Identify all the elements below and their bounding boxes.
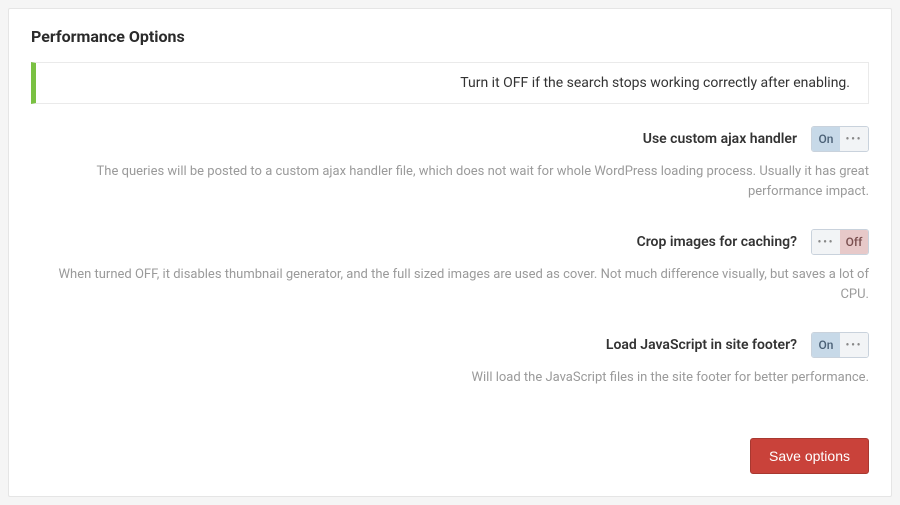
save-row: Save options [750,438,869,474]
notice-bar: Turn it OFF if the search stops working … [31,62,869,104]
toggle-ajax-handler[interactable]: On ••• [811,126,869,152]
panel-body: Turn it OFF if the search stops working … [9,52,891,438]
toggle-state-label: Off [840,230,868,254]
toggle-dots-icon: ••• [840,127,868,151]
toggle-state-label: On [812,127,840,151]
toggle-crop-images[interactable]: Off ••• [811,229,869,255]
option-crop-images: Crop images for caching? Off ••• When tu… [31,229,869,304]
performance-options-panel: Performance Options Turn it OFF if the s… [8,8,892,497]
option-label-crop: Crop images for caching? [637,234,797,250]
toggle-js-footer[interactable]: On ••• [811,332,869,358]
option-desc-ajax: The queries will be posted to a custom a… [31,162,869,201]
option-ajax-handler: Use custom ajax handler On ••• The queri… [31,126,869,201]
panel-title: Performance Options [9,9,891,52]
save-button[interactable]: Save options [750,438,869,474]
toggle-state-label: On [812,333,840,357]
toggle-dots-icon: ••• [840,333,868,357]
option-desc-crop: When turned OFF, it disables thumbnail g… [31,265,869,304]
option-label-jsfooter: Load JavaScript in site footer? [606,337,797,353]
option-js-footer: Load JavaScript in site footer? On ••• W… [31,332,869,388]
option-desc-jsfooter: Will load the JavaScript files in the si… [31,368,869,388]
notice-text: Turn it OFF if the search stops working … [460,75,850,91]
toggle-dots-icon: ••• [812,230,840,254]
option-label-ajax: Use custom ajax handler [643,131,797,147]
